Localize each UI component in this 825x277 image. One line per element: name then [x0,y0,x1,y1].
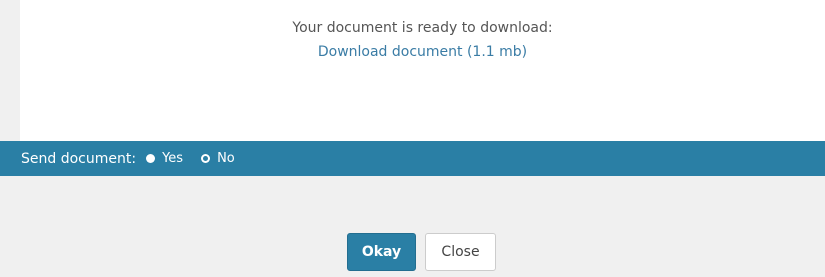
download-document-link[interactable]: Download document (1.1 mb) [20,44,825,60]
send-no-radio[interactable] [201,154,211,163]
send-yes-radio[interactable] [146,154,156,163]
dialog-buttons: Okay Close [347,233,496,271]
ready-message: Your document is ready to download: [292,20,553,36]
send-no-option[interactable]: No [201,151,235,166]
download-dialog: Your document is ready to download: Down… [0,0,825,277]
send-yes-label: Yes [162,151,184,166]
left-strip [0,0,20,141]
send-document-bar: Send document: Yes No [0,141,825,176]
send-yes-option[interactable]: Yes [146,151,183,166]
send-no-label: No [217,151,235,166]
content-panel: Your document is ready to download: Down… [20,0,825,141]
send-document-label: Send document: [21,150,137,167]
close-button[interactable]: Close [425,233,496,271]
okay-button[interactable]: Okay [347,233,416,271]
